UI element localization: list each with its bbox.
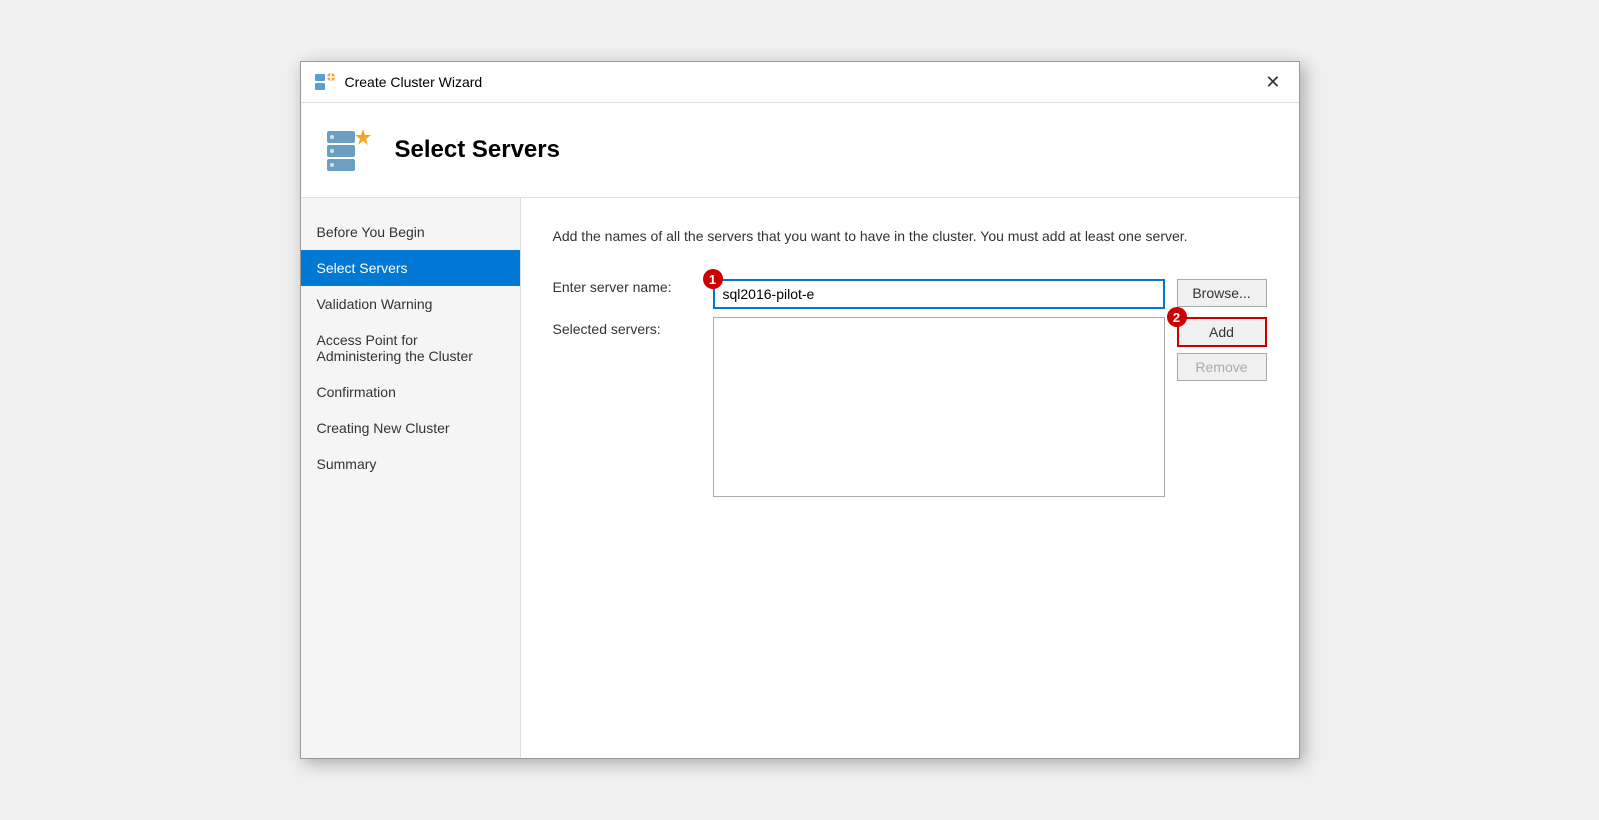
- selected-servers-label: Selected servers:: [553, 317, 713, 337]
- browse-button[interactable]: Browse...: [1177, 279, 1267, 307]
- main-content: Add the names of all the servers that yo…: [521, 198, 1299, 758]
- page-header-title: Select Servers: [395, 136, 560, 164]
- sidebar-item-creating-new-cluster[interactable]: Creating New Cluster: [301, 410, 520, 446]
- server-name-row: Enter server name: 1 Browse...: [553, 279, 1267, 309]
- wizard-window: Create Cluster Wizard ✕ Select Servers B…: [300, 61, 1300, 759]
- sidebar-item-confirmation[interactable]: Confirmation: [301, 374, 520, 410]
- add-button[interactable]: Add: [1177, 317, 1267, 347]
- sidebar-item-validation-warning[interactable]: Validation Warning: [301, 286, 520, 322]
- title-bar: Create Cluster Wizard ✕: [301, 62, 1299, 103]
- close-button[interactable]: ✕: [1259, 71, 1286, 93]
- add-button-wrapper: 2 Add: [1177, 317, 1267, 347]
- annotation-1-badge: 1: [703, 269, 723, 289]
- annotation-2-badge: 2: [1167, 307, 1187, 327]
- add-remove-button-col: 2 Add Remove: [1177, 317, 1267, 381]
- sidebar: Before You Begin Select Servers Validati…: [301, 198, 521, 758]
- selected-servers-row: Selected servers: 2 Add Remove: [553, 317, 1267, 500]
- sidebar-item-access-point[interactable]: Access Point for Administering the Clust…: [301, 322, 520, 374]
- header-cluster-icon: [325, 123, 379, 177]
- server-name-input[interactable]: [713, 279, 1165, 309]
- browse-button-col: Browse...: [1177, 279, 1267, 307]
- window-title: Create Cluster Wizard: [345, 74, 483, 90]
- content-area: Before You Begin Select Servers Validati…: [301, 198, 1299, 758]
- title-bar-left: Create Cluster Wizard: [313, 70, 483, 94]
- header-section: Select Servers: [301, 103, 1299, 198]
- server-name-input-wrapper: 1: [713, 279, 1165, 309]
- sidebar-item-before-you-begin[interactable]: Before You Begin: [301, 214, 520, 250]
- sidebar-item-select-servers[interactable]: Select Servers: [301, 250, 520, 286]
- selected-servers-textarea[interactable]: [713, 317, 1165, 497]
- description-text: Add the names of all the servers that yo…: [553, 226, 1267, 247]
- sidebar-item-summary[interactable]: Summary: [301, 446, 520, 482]
- selected-servers-box-wrapper: [713, 317, 1165, 500]
- server-name-label: Enter server name:: [553, 279, 713, 295]
- remove-button[interactable]: Remove: [1177, 353, 1267, 381]
- wizard-icon: [313, 70, 337, 94]
